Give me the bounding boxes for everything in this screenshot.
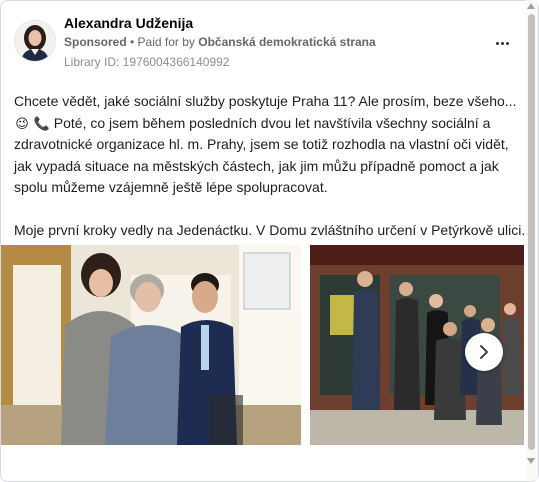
carousel-next-button[interactable] — [465, 333, 503, 371]
library-id: Library ID: 1976004366140992 — [64, 55, 230, 69]
ad-card: Alexandra Udženija Sponsored • Paid for … — [0, 0, 539, 482]
image-carousel — [1, 245, 524, 445]
paid-for-prefix: Paid for by — [137, 35, 199, 49]
photo-visit-elderly-lady — [1, 245, 301, 445]
phone-emoji-icon: 📞 — [33, 115, 51, 131]
sponsorship-line: Sponsored • Paid for by Občanská demokra… — [64, 35, 376, 49]
avatar-portrait — [15, 21, 55, 61]
scroll-down-arrow-icon[interactable] — [527, 458, 535, 464]
post-text-line1: Chcete vědět, jaké sociální služby posky… — [14, 91, 527, 199]
separator-dot: • — [126, 35, 138, 49]
scroll-thumb[interactable] — [528, 14, 535, 450]
scroll-up-arrow-icon[interactable] — [527, 3, 535, 9]
carousel-card-1[interactable] — [1, 245, 301, 445]
post-body: Chcete vědět, jaké sociální služby posky… — [14, 91, 527, 241]
post-paragraph-2: Moje první kroky vedly na Jedenáctku. V … — [14, 221, 527, 238]
post-paragraph-1: Poté, co jsem během posledních dvou let … — [14, 114, 509, 196]
chevron-right-icon — [480, 345, 488, 359]
more-options-button[interactable] — [490, 35, 514, 51]
more-horizontal-icon — [495, 41, 499, 45]
sponsored-label: Sponsored — [64, 35, 127, 49]
author-name[interactable]: Alexandra Udženija — [64, 15, 193, 31]
paid-for-org[interactable]: Občanská demokratická strana — [198, 35, 375, 49]
scrollbar[interactable] — [526, 0, 538, 480]
post-header: Alexandra Udženija Sponsored • Paid for … — [14, 15, 508, 75]
wink-emoji-icon: 😉 — [15, 115, 29, 131]
post-intro: Chcete vědět, jaké sociální služby posky… — [14, 93, 517, 109]
avatar[interactable] — [14, 20, 56, 62]
